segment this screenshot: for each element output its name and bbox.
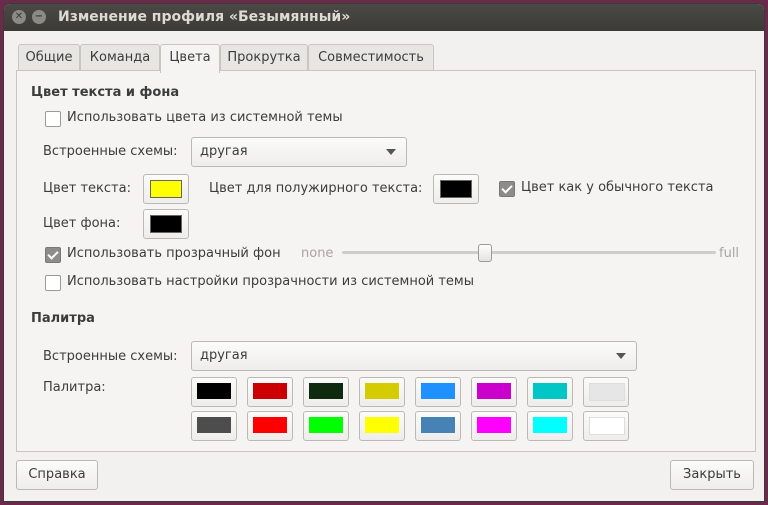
palette-color-swatch	[253, 383, 287, 399]
transparent-bg-checkbox[interactable]	[45, 247, 61, 263]
system-transparency-label: Использовать настройки прозрачности из с…	[67, 274, 474, 289]
palette-color-button[interactable]	[527, 377, 573, 407]
palette-color-swatch	[589, 383, 625, 401]
palette-color-button[interactable]	[527, 411, 573, 441]
palette-color-button[interactable]	[583, 411, 629, 441]
palette-color-button[interactable]	[303, 377, 349, 407]
close-button[interactable]: Закрыть	[670, 460, 754, 490]
palette-color-button[interactable]	[247, 377, 293, 407]
palette-color-swatch	[253, 417, 287, 433]
palette-color-button[interactable]	[415, 377, 461, 407]
palette-color-button[interactable]	[471, 377, 517, 407]
minimize-window-icon[interactable]: −	[32, 10, 46, 24]
palette-schemes-label: Встроенные схемы:	[43, 349, 178, 364]
bg-color-swatch	[150, 215, 182, 233]
palette-color-swatch	[589, 417, 625, 435]
bg-color-button[interactable]	[143, 209, 189, 239]
slider-min-label: none	[301, 246, 334, 261]
text-color-swatch	[150, 180, 182, 198]
palette-color-swatch	[365, 417, 399, 433]
text-bg-section-title: Цвет текста и фона	[31, 85, 180, 100]
palette-color-button[interactable]	[247, 411, 293, 441]
palette-color-button[interactable]	[471, 411, 517, 441]
palette-schemes-value: другая	[200, 348, 248, 363]
title-bar: ✕ − Изменение профиля «Безымянный»	[4, 4, 764, 31]
chevron-down-icon	[386, 149, 396, 155]
text-color-label: Цвет текста:	[43, 181, 131, 196]
builtin-schemes-combo[interactable]: другая	[191, 137, 407, 167]
palette-label: Палитра:	[43, 380, 106, 395]
palette-color-swatch	[197, 383, 231, 399]
palette-color-swatch	[309, 417, 343, 433]
builtin-schemes-value: другая	[200, 144, 248, 159]
tab-colors[interactable]: Цвета	[160, 44, 220, 73]
palette-color-button[interactable]	[191, 411, 237, 441]
same-as-text-checkbox[interactable]	[499, 181, 515, 197]
bg-color-label: Цвет фона:	[43, 216, 121, 231]
close-window-icon[interactable]: ✕	[12, 10, 26, 24]
window-title: Изменение профиля «Безымянный»	[58, 9, 351, 25]
palette-color-swatch	[365, 383, 399, 399]
palette-color-swatch	[533, 383, 567, 399]
palette-color-button[interactable]	[583, 377, 629, 407]
profile-editor-window: ✕ − Изменение профиля «Безымянный» Общие…	[4, 4, 764, 501]
builtin-schemes-label: Встроенные схемы:	[43, 144, 178, 159]
palette-section-title: Палитра	[31, 311, 95, 326]
tab-compatibility[interactable]: Совместимость	[308, 44, 434, 71]
palette-color-swatch	[533, 417, 567, 433]
bold-color-button[interactable]	[433, 174, 479, 204]
bold-color-label: Цвет для полужирного текста:	[209, 181, 423, 196]
palette-color-button[interactable]	[359, 377, 405, 407]
palette-color-swatch	[421, 383, 455, 399]
palette-color-button[interactable]	[191, 377, 237, 407]
text-color-button[interactable]	[143, 174, 189, 204]
palette-color-swatch	[477, 383, 511, 399]
chevron-down-icon	[616, 353, 626, 359]
transparent-bg-label: Использовать прозрачный фон	[67, 246, 281, 261]
palette-color-swatch	[309, 383, 343, 399]
transparency-slider-handle[interactable]	[478, 244, 493, 262]
tab-command[interactable]: Команда	[80, 44, 160, 71]
palette-color-swatch	[421, 417, 455, 433]
slider-max-label: full	[719, 246, 740, 261]
use-system-colors-label: Использовать цвета из системной темы	[67, 110, 343, 125]
help-button[interactable]: Справка	[16, 460, 98, 490]
bold-color-swatch	[440, 180, 472, 198]
tab-scrolling[interactable]: Прокрутка	[220, 44, 308, 71]
transparency-slider-track[interactable]	[342, 251, 716, 254]
same-as-text-label: Цвет как у обычного текста	[521, 180, 714, 195]
system-transparency-checkbox[interactable]	[45, 275, 61, 291]
colors-panel: Цвет текста и фона Использовать цвета из…	[16, 70, 756, 452]
palette-color-swatch	[477, 417, 511, 433]
tab-general[interactable]: Общие	[18, 44, 80, 71]
palette-color-button[interactable]	[415, 411, 461, 441]
use-system-colors-checkbox[interactable]	[45, 111, 61, 127]
palette-color-button[interactable]	[359, 411, 405, 441]
palette-schemes-combo[interactable]: другая	[191, 341, 637, 371]
palette-color-button[interactable]	[303, 411, 349, 441]
palette-color-swatch	[197, 417, 231, 433]
